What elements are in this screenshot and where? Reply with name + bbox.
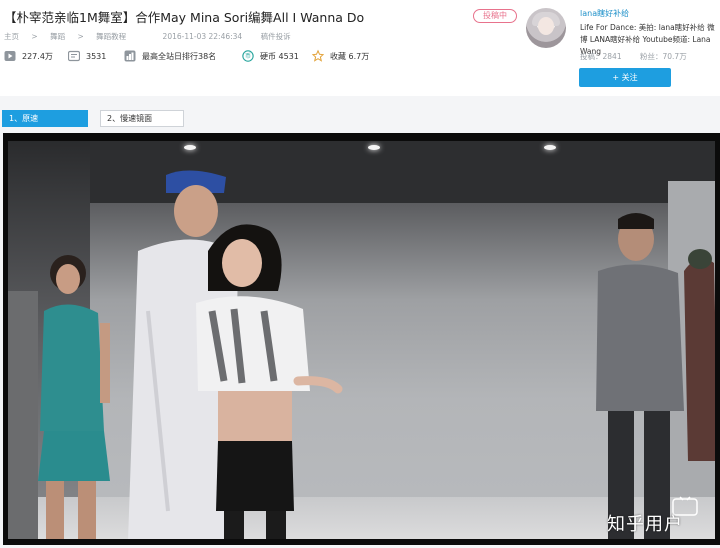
status-badge[interactable]: 投稿中 (473, 9, 517, 23)
uploader-name[interactable]: lana瞎好补给 (580, 8, 629, 19)
play-count: 227.4万 (4, 50, 53, 62)
favorite-star-icon (312, 49, 324, 62)
dancer-right (596, 213, 715, 539)
report-link[interactable]: 稿件投诉 (261, 32, 291, 41)
fan-count[interactable]: 粉丝：70.7万 (640, 51, 687, 62)
danmaku-icon (68, 50, 80, 62)
video-player[interactable] (3, 133, 720, 545)
follow-button[interactable]: + 关注 (579, 68, 671, 87)
breadcrumb-home[interactable]: 主页 > 舞蹈 > 舞蹈教程 (4, 32, 136, 41)
play-count-icon (4, 50, 16, 62)
uploader-stats: 投稿：2841 粉丝：70.7万 (580, 51, 687, 62)
video-title: 【朴宰范亲临1M舞室】合作May Mina Sori编舞All I Wanna … (4, 10, 365, 25)
svg-text:币: 币 (245, 53, 251, 60)
avatar[interactable] (526, 8, 566, 48)
video-header: 【朴宰范亲临1M舞室】合作May Mina Sori编舞All I Wanna … (0, 0, 720, 96)
rank-icon (124, 50, 136, 62)
watermark-text: 知乎用户 (607, 514, 683, 535)
coin-icon: 币 (242, 50, 254, 62)
coins[interactable]: 币 硬币 4531 (242, 50, 299, 62)
favorites[interactable]: 收藏 6.7万 (312, 49, 369, 62)
danmaku-count: 3531 (68, 50, 106, 62)
tab-part-2[interactable]: 2、慢速镜面 (100, 110, 184, 127)
submission-count[interactable]: 投稿：2841 (580, 52, 622, 61)
tab-part-1[interactable]: 1、原速 (2, 110, 88, 127)
upload-date: 2016-11-03 22:46:34 (162, 32, 243, 41)
video-frame[interactable] (8, 141, 715, 539)
dancer-female-center (196, 224, 343, 539)
rank: 最高全站日排行38名 (124, 50, 216, 62)
breadcrumb: 主页 > 舞蹈 > 舞蹈教程 2016-11-03 22:46:34 稿件投诉 (4, 31, 301, 42)
